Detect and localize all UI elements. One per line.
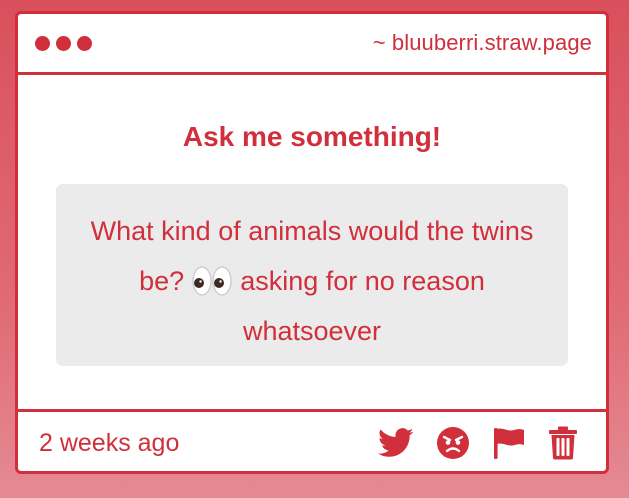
trash-icon[interactable] — [548, 426, 578, 460]
window-titlebar: ~ bluuberri.straw.page — [18, 14, 606, 75]
card-footer: 2 weeks ago — [18, 409, 606, 471]
footer-actions — [378, 426, 578, 460]
window-dot — [56, 35, 71, 51]
main-content: Ask me something! What kind of animals w… — [18, 75, 606, 409]
angry-face-icon[interactable] — [436, 426, 470, 460]
ask-window: ~ bluuberri.straw.page Ask me something!… — [15, 11, 609, 474]
flag-icon[interactable] — [492, 426, 526, 460]
question-box: What kind of animals would the twins be?… — [56, 184, 568, 366]
page-title: Ask me something! — [182, 121, 442, 152]
eyes-emoji-icon — [192, 263, 232, 296]
twitter-icon[interactable] — [378, 428, 414, 458]
window-dot — [77, 35, 92, 51]
site-url-link[interactable]: ~ bluuberri.straw.page — [373, 30, 592, 56]
timestamp: 2 weeks ago — [39, 428, 180, 457]
question-text-end: asking for no reason whatsoever — [240, 266, 485, 346]
window-dot — [35, 35, 50, 51]
window-dots — [35, 35, 92, 51]
